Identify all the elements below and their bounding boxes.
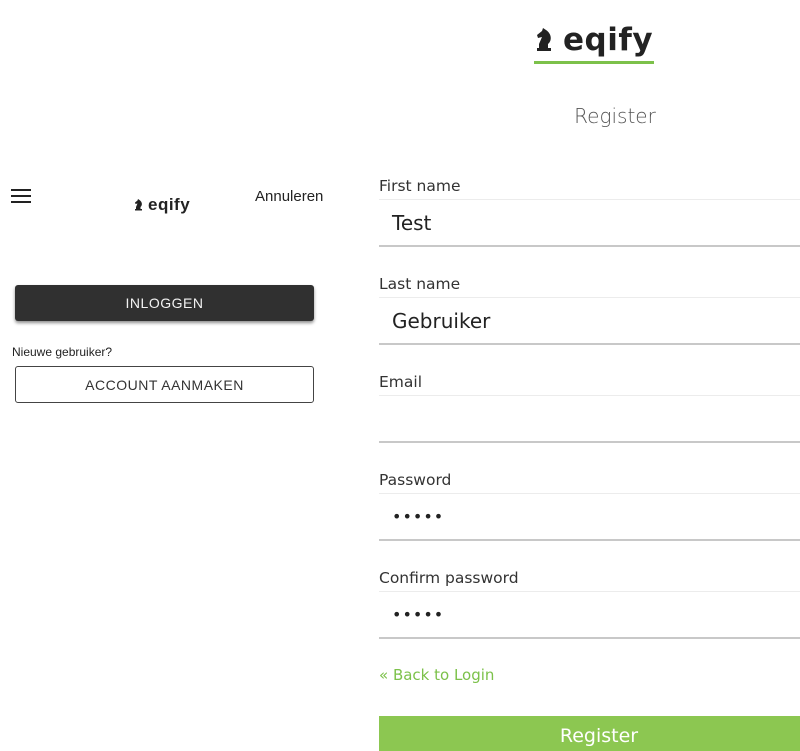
create-account-button[interactable]: ACCOUNT AANMAKEN (15, 366, 314, 403)
email-label: Email (379, 373, 423, 391)
chess-knight-icon (135, 199, 142, 211)
brand-logo: eqify (533, 14, 653, 66)
first-name-label: First name (379, 177, 461, 195)
new-user-label: Nieuwe gebruiker? (12, 345, 113, 359)
back-to-login-link[interactable]: « Back to Login (379, 666, 494, 684)
mobile-brand-logo: eqify (133, 192, 190, 218)
last-name-label: Last name (379, 275, 461, 293)
last-name-field[interactable]: Gebruiker (379, 297, 800, 345)
cancel-link[interactable]: Annuleren (255, 188, 323, 205)
register-button[interactable]: Register (379, 716, 800, 751)
confirm-password-label: Confirm password (379, 569, 519, 587)
brand-underline (534, 61, 654, 64)
password-label: Password (379, 471, 452, 489)
confirm-password-field[interactable]: ••••• (379, 591, 800, 639)
login-button[interactable]: INLOGGEN (15, 285, 314, 321)
email-field[interactable] (379, 395, 800, 443)
hamburger-menu-icon[interactable] (11, 189, 31, 204)
first-name-field[interactable]: Test (379, 199, 800, 247)
page-title: Register (574, 104, 656, 128)
mobile-brand-name: eqify (148, 195, 191, 214)
chess-knight-icon (537, 28, 551, 51)
page: eqify Register eqify Annuleren INLOGGEN … (0, 0, 800, 751)
brand-name: eqify (563, 22, 654, 58)
password-field[interactable]: ••••• (379, 493, 800, 541)
